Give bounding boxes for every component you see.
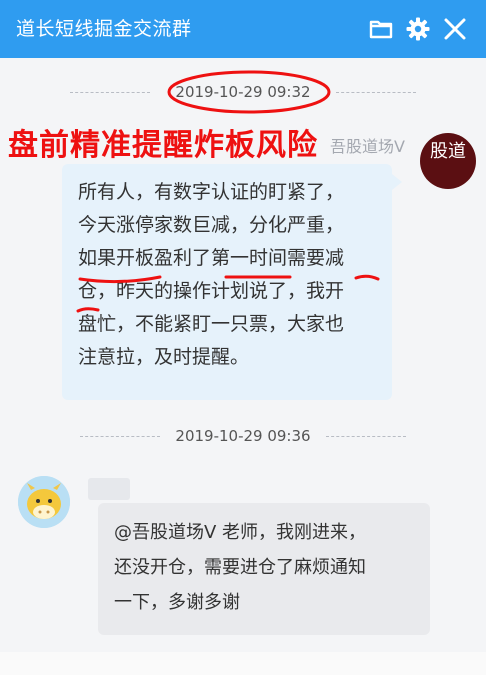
message-line: 仓，昨天的操作计划说了，我开	[78, 280, 345, 302]
folder-icon[interactable]	[369, 17, 393, 41]
sender-avatar[interactable]: 股道	[420, 133, 476, 189]
cow-avatar-icon	[18, 476, 70, 528]
message-line: 还没开仓，需要进仓了麻烦通知	[114, 557, 366, 578]
timestamp: 2019-10-29 09:36	[169, 427, 317, 445]
window-title: 道长短线掘金交流群	[16, 18, 192, 40]
sender-avatar[interactable]	[18, 476, 70, 528]
input-area[interactable]	[0, 652, 486, 675]
message-line: 盘忙，不能紧盯一只票，大家也	[78, 313, 345, 335]
message-line: 如果开板盈利了第一时间需要减	[78, 247, 345, 269]
sender-name[interactable]: 吾股道场V	[330, 133, 405, 157]
message-line: 所有人，有数字认证的盯紧了，	[78, 181, 345, 203]
message-bubble[interactable]: @吾股道场V 老师，我刚进来， 还没开仓，需要进仓了麻烦通知 一下，多谢多谢	[98, 503, 430, 635]
blurred-sender-name	[88, 478, 130, 500]
timestamp: 2019-10-29 09:32	[169, 83, 317, 101]
avatar-logo-text: 股道	[430, 141, 466, 162]
message-line: 今天涨停家数巨减，分化严重，	[78, 214, 345, 236]
message-line: 注意拉，及时提醒。	[78, 346, 250, 368]
gear-icon[interactable]	[406, 17, 430, 41]
timestamp-divider: 2019-10-29 09:36	[70, 424, 416, 448]
message-line: @吾股道场V 老师，我刚进来，	[114, 522, 367, 543]
message-line: 一下，多谢多谢	[114, 592, 240, 613]
window-titlebar: 道长短线掘金交流群	[0, 0, 486, 58]
message-bubble[interactable]: 所有人，有数字认证的盯紧了， 今天涨停家数巨减，分化严重， 如果开板盈利了第一时…	[62, 164, 402, 400]
red-annotation-text: 盘前精准提醒炸板风险	[8, 128, 318, 163]
close-icon[interactable]	[443, 17, 467, 41]
timestamp-divider: 2019-10-29 09:32	[70, 80, 416, 104]
